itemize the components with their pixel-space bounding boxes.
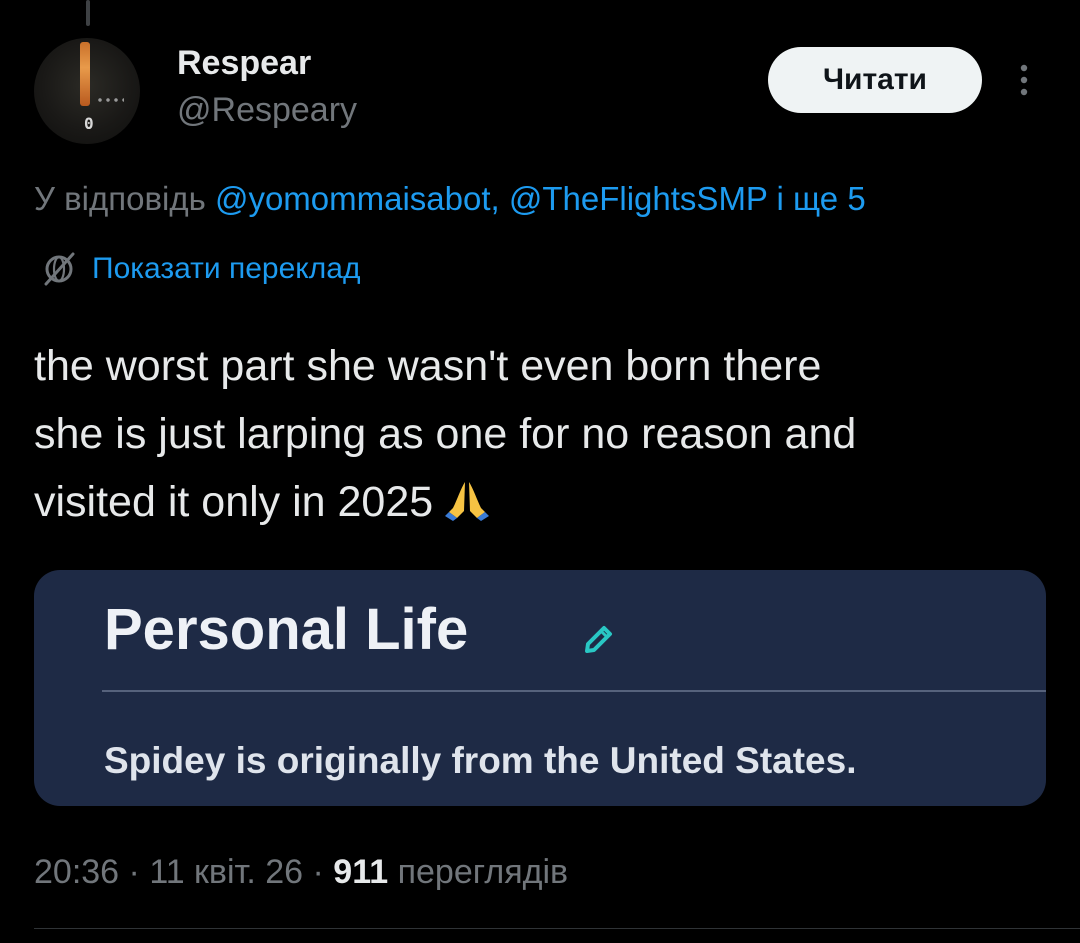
tweet-date[interactable]: 11 квіт. 26 [149,853,303,891]
tweet-text: the worst part she wasn't even born ther… [34,332,1054,536]
reply-more-link[interactable]: і ще 5 [767,180,866,217]
avatar-dots-graphic [96,98,124,102]
reply-context: У відповідь @yomommaisabot, @TheFlightsS… [34,180,866,218]
views-count[interactable]: 911 [333,853,388,891]
follow-button[interactable]: Читати [768,47,982,113]
reply-prefix: У відповідь [34,180,215,217]
more-vertical-icon[interactable] [1013,62,1035,98]
show-translation-button[interactable]: Показати переклад [40,250,360,288]
praying-hands-icon [445,482,490,521]
card-title: Personal Life [104,597,469,662]
reply-mentions-link[interactable]: @yomommaisabot, @TheFlightsSMP [215,180,767,217]
pencil-icon [585,626,612,653]
attached-image[interactable]: Personal Life Spidey is originally from … [34,570,1046,806]
tweet-line-2: she is just larping as one for no reason… [34,410,857,458]
author-handle[interactable]: @Respeary [177,91,357,130]
meta-separator: · [119,853,150,891]
author-name[interactable]: Respear [177,44,311,83]
globe-icon [44,252,75,286]
meta-separator: · [303,853,334,891]
thread-connector-line [86,0,90,26]
tweet-meta: 20:36 · 11 квіт. 26 · 911 переглядів [34,853,568,892]
card-text: Spidey is originally from the United Sta… [104,740,857,781]
views-label: переглядів [388,853,569,891]
bottom-divider [34,928,1080,929]
tweet-line-1: the worst part she wasn't even born ther… [34,342,822,390]
tweet-line-3-text: visited it only in 2025 [34,478,434,526]
tweet-time[interactable]: 20:36 [34,853,119,891]
avatar-bar-graphic [80,42,90,106]
card-divider [102,690,1046,692]
show-translation-label: Показати переклад [92,252,361,285]
author-avatar[interactable]: 0 [34,38,140,144]
tweet-line-3: visited it only in 2025 [34,468,1054,536]
avatar-text: 0 [84,114,94,133]
